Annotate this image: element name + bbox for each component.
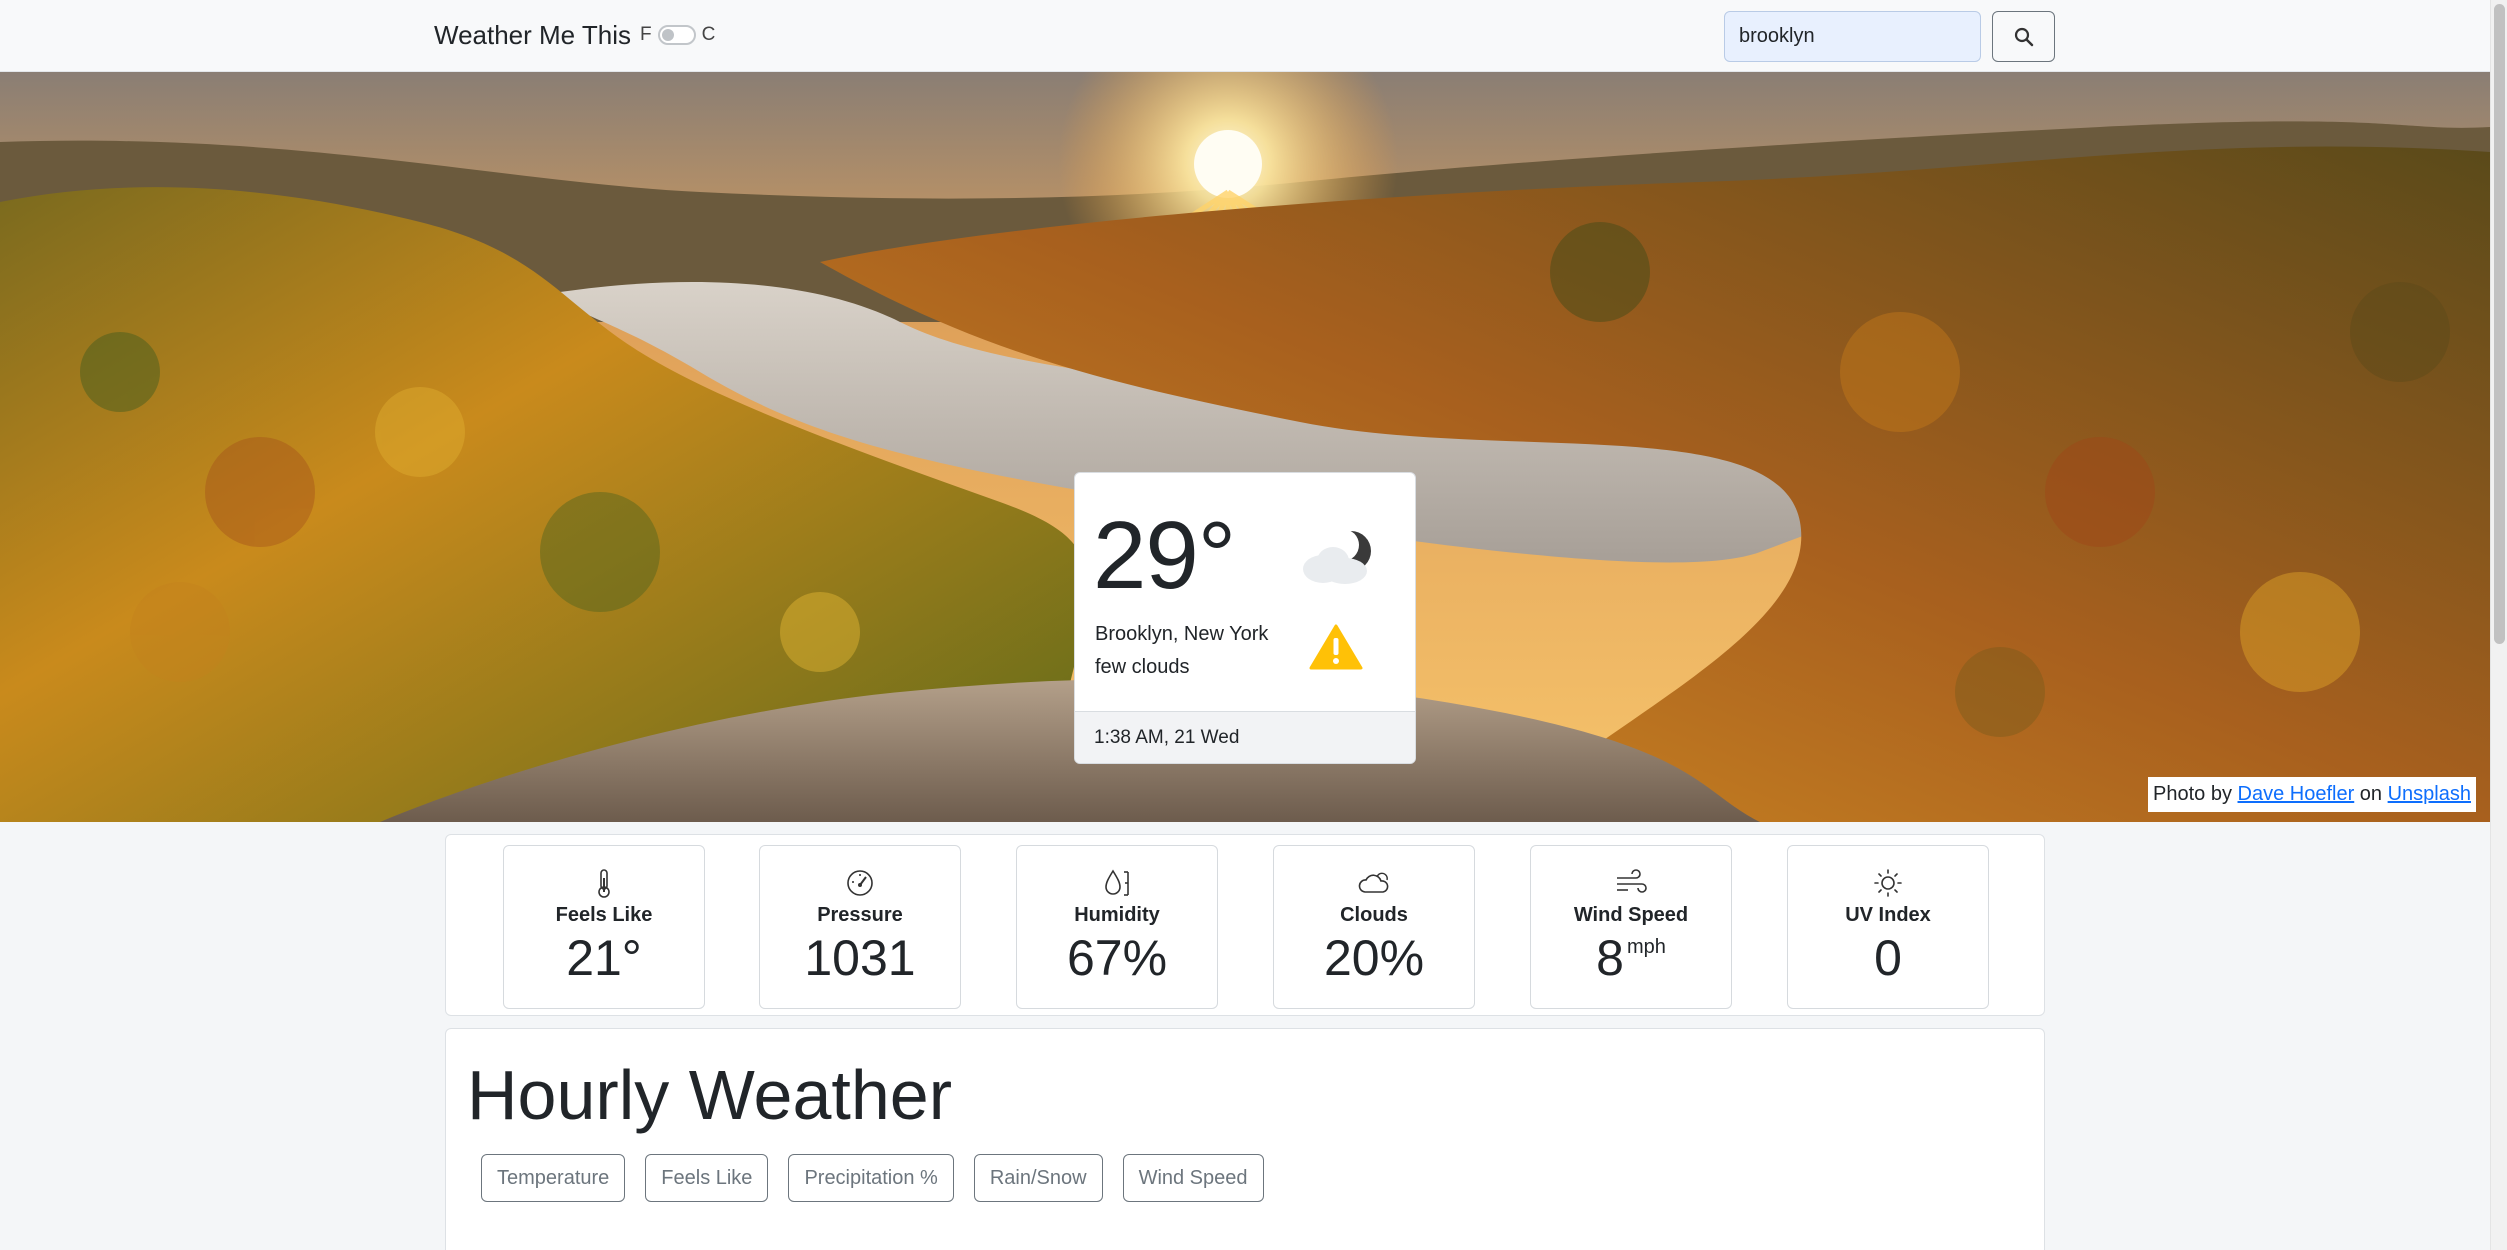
stat-value: 21° — [566, 930, 642, 986]
wind-icon — [1617, 869, 1647, 893]
search-input[interactable] — [1724, 11, 1981, 62]
stat-pressure: Pressure 1031 — [759, 845, 961, 1009]
stat-clouds: Clouds 20% — [1273, 845, 1475, 1009]
tab-temperature[interactable]: Temperature — [481, 1154, 626, 1202]
hourly-weather-panel: Hourly Weather Temperature Feels Like Pr… — [445, 1028, 2045, 1250]
stat-value: 1031 — [804, 930, 916, 986]
cloud-moon-icon — [1303, 529, 1371, 584]
unsplash-link[interactable]: Unsplash — [2388, 783, 2471, 805]
droplet-icon — [1105, 869, 1129, 896]
stat-value: 0 — [1874, 930, 1902, 986]
stats-panel: Feels Like 21° Pressure 1031 Humidity 67… — [445, 834, 2045, 1016]
unit-switch[interactable] — [657, 25, 696, 45]
search-icon — [2014, 27, 2033, 46]
stat-value: 20% — [1323, 930, 1425, 986]
tab-rain-snow[interactable]: Rain/Snow — [973, 1154, 1103, 1202]
warning-icon[interactable] — [1309, 623, 1363, 671]
stat-value: 8 mph — [1596, 930, 1666, 986]
photo-credit: Photo by Dave Hoefler on Unsplash — [2148, 777, 2476, 812]
thermometer-icon — [598, 869, 610, 898]
unit-f-label: F — [640, 24, 652, 45]
navbar: Weather Me This F C — [0, 0, 2490, 72]
brand-title[interactable]: Weather Me This — [434, 20, 631, 51]
speedometer-icon — [847, 870, 873, 896]
stat-value: 67% — [1066, 930, 1168, 986]
stat-label: UV Index — [1845, 904, 1931, 926]
weather-description: few clouds — [1095, 656, 1190, 678]
unit-toggle[interactable]: F C — [640, 24, 715, 46]
location-name: Brooklyn, New York — [1095, 623, 1269, 645]
stat-label: Humidity — [1074, 904, 1160, 926]
tab-precipitation[interactable]: Precipitation % — [788, 1154, 954, 1202]
current-weather-card: 29° Brooklyn, New York few clouds 1:38 A… — [1074, 472, 1416, 764]
scrollbar-thumb[interactable] — [2494, 4, 2505, 644]
stat-uv-index: UV Index 0 — [1787, 845, 1989, 1009]
unit-c-label: C — [701, 24, 716, 45]
current-temperature: 29° — [1093, 502, 1236, 609]
stat-label: Clouds — [1340, 904, 1408, 926]
search-button[interactable] — [1992, 11, 2055, 62]
photographer-link[interactable]: Dave Hoefler — [2238, 783, 2355, 805]
stat-humidity: Humidity 67% — [1016, 845, 1218, 1009]
switch-knob — [661, 29, 674, 41]
sun-icon — [1874, 869, 1902, 897]
stat-feels-like: Feels Like 21° — [503, 845, 705, 1009]
stat-label: Pressure — [817, 904, 903, 926]
credit-prefix: Photo by — [2153, 783, 2232, 805]
hourly-title: Hourly Weather — [467, 1056, 953, 1134]
current-time: 1:38 AM, 21 Wed — [1075, 711, 1415, 763]
page-scrollbar[interactable] — [2490, 0, 2507, 1250]
stat-wind-speed: Wind Speed 8 mph — [1530, 845, 1732, 1009]
hourly-tabs: Temperature Feels Like Precipitation % R… — [481, 1154, 1264, 1202]
credit-middle: on — [2359, 783, 2383, 805]
tab-feels-like[interactable]: Feels Like — [645, 1154, 769, 1202]
stat-label: Feels Like — [555, 904, 653, 926]
tab-wind-speed[interactable]: Wind Speed — [1122, 1154, 1264, 1202]
stat-label: Wind Speed — [1573, 904, 1689, 926]
cloud-sun-icon — [1358, 872, 1389, 893]
stat-unit: mph — [1626, 936, 1666, 958]
